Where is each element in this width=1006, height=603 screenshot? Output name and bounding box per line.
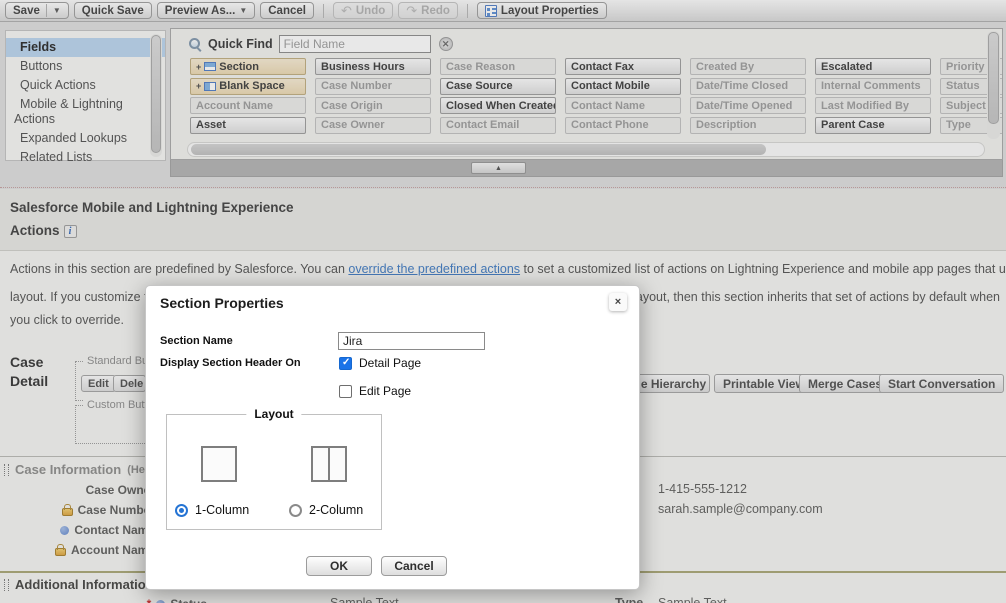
two-column-radio[interactable]: [289, 504, 302, 517]
display-section-header-label: Display Section Header On: [160, 357, 301, 369]
one-column-radio[interactable]: [175, 504, 188, 517]
detail-page-option[interactable]: Detail Page: [339, 356, 421, 370]
cancel-dialog-button[interactable]: Cancel: [381, 556, 447, 576]
one-column-preview[interactable]: [201, 446, 237, 482]
two-column-preview[interactable]: [311, 446, 347, 482]
layout-legend: Layout: [246, 407, 301, 421]
section-properties-dialog: Section Properties × Section Name Displa…: [145, 285, 640, 590]
detail-page-checkbox[interactable]: [339, 357, 352, 370]
page-layout-editor: Save ▼ Quick Save Preview As... ▼ Cancel…: [0, 0, 1006, 603]
section-name-input[interactable]: [338, 332, 485, 350]
two-column-option[interactable]: 2-Column: [289, 503, 363, 517]
edit-page-option[interactable]: Edit Page: [339, 384, 411, 398]
ok-button[interactable]: OK: [306, 556, 372, 576]
close-icon[interactable]: ×: [609, 293, 627, 311]
dialog-title: Section Properties: [160, 295, 284, 311]
section-name-label: Section Name: [160, 335, 233, 347]
column-split-line: [328, 448, 330, 480]
one-column-option[interactable]: 1-Column: [175, 503, 249, 517]
edit-page-checkbox[interactable]: [339, 385, 352, 398]
